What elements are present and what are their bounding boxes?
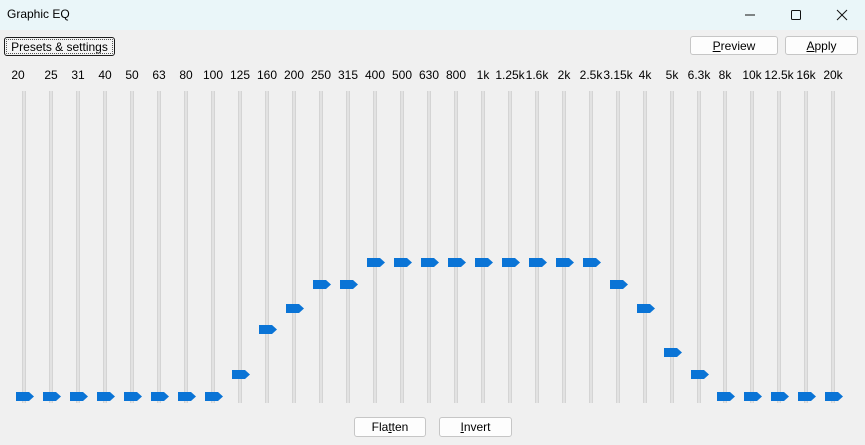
- slider-thumb[interactable]: [177, 391, 197, 402]
- slider-track[interactable]: [49, 91, 53, 403]
- slider-thumb-shape: [340, 280, 358, 289]
- slider-track[interactable]: [562, 91, 566, 403]
- slider-thumb[interactable]: [716, 391, 736, 402]
- slider-thumb-shape: [637, 304, 655, 313]
- slider-thumb[interactable]: [150, 391, 170, 402]
- slider-thumb-shape: [313, 280, 331, 289]
- slider-thumb[interactable]: [474, 257, 494, 268]
- slider-thumb-shape: [583, 258, 601, 267]
- slider-thumb-shape: [259, 325, 277, 334]
- slider-thumb-shape: [124, 392, 142, 401]
- slider-thumb[interactable]: [96, 391, 116, 402]
- slider-track[interactable]: [427, 91, 431, 403]
- slider-thumb-shape: [664, 348, 682, 357]
- slider-track[interactable]: [804, 91, 808, 403]
- slider-thumb[interactable]: [690, 369, 710, 380]
- slider-thumb-shape: [16, 392, 34, 401]
- slider-track[interactable]: [22, 91, 26, 403]
- slider-track[interactable]: [454, 91, 458, 403]
- slider-thumb[interactable]: [609, 279, 629, 290]
- slider-thumb-shape: [717, 392, 735, 401]
- slider-track[interactable]: [777, 91, 781, 403]
- slider-track[interactable]: [697, 91, 701, 403]
- slider-thumb[interactable]: [743, 391, 763, 402]
- slider-thumb-shape: [798, 392, 816, 401]
- slider-thumb-shape: [610, 280, 628, 289]
- slider-thumb[interactable]: [69, 391, 89, 402]
- slider-thumb[interactable]: [555, 257, 575, 268]
- slider-thumb[interactable]: [123, 391, 143, 402]
- slider-thumb[interactable]: [797, 391, 817, 402]
- slider-thumb[interactable]: [393, 257, 413, 268]
- slider-thumb-shape: [367, 258, 385, 267]
- slider-track[interactable]: [508, 91, 512, 403]
- slider-thumb[interactable]: [339, 279, 359, 290]
- slider-track[interactable]: [103, 91, 107, 403]
- slider-track[interactable]: [723, 91, 727, 403]
- slider-track[interactable]: [130, 91, 134, 403]
- slider-thumb-shape: [448, 258, 466, 267]
- slider-thumb-shape: [43, 392, 61, 401]
- slider-track[interactable]: [76, 91, 80, 403]
- slider-thumb[interactable]: [366, 257, 386, 268]
- slider-thumb[interactable]: [231, 369, 251, 380]
- slider-thumb-shape: [178, 392, 196, 401]
- slider-track[interactable]: [184, 91, 188, 403]
- band-frequency-label: 20k: [823, 68, 843, 82]
- slider-thumb-shape: [744, 392, 762, 401]
- slider-thumb[interactable]: [204, 391, 224, 402]
- slider-thumb[interactable]: [420, 257, 440, 268]
- slider-thumb-shape: [771, 392, 789, 401]
- flatten-label-pre: Fla: [371, 420, 389, 434]
- slider-track[interactable]: [346, 91, 350, 403]
- slider-thumb-shape: [556, 258, 574, 267]
- slider-thumb[interactable]: [312, 279, 332, 290]
- slider-thumb-shape: [421, 258, 439, 267]
- slider-thumb[interactable]: [582, 257, 602, 268]
- slider-track[interactable]: [319, 91, 323, 403]
- slider-thumb-shape: [232, 370, 250, 379]
- slider-thumb-shape: [691, 370, 709, 379]
- slider-track[interactable]: [211, 91, 215, 403]
- slider-track[interactable]: [238, 91, 242, 403]
- slider-track[interactable]: [481, 91, 485, 403]
- slider-track[interactable]: [400, 91, 404, 403]
- slider-thumb[interactable]: [15, 391, 35, 402]
- slider-track[interactable]: [373, 91, 377, 403]
- slider-track[interactable]: [831, 91, 835, 403]
- slider-track[interactable]: [535, 91, 539, 403]
- slider-thumb[interactable]: [447, 257, 467, 268]
- slider-track[interactable]: [589, 91, 593, 403]
- slider-thumb-shape: [151, 392, 169, 401]
- slider-thumb-shape: [475, 258, 493, 267]
- slider-thumb[interactable]: [528, 257, 548, 268]
- flatten-label-post: ten: [391, 420, 409, 434]
- flatten-button[interactable]: Flatten: [354, 417, 426, 437]
- slider-thumb[interactable]: [824, 391, 844, 402]
- slider-thumb[interactable]: [258, 324, 278, 335]
- slider-thumb[interactable]: [285, 303, 305, 314]
- slider-track[interactable]: [616, 91, 620, 403]
- slider-track[interactable]: [157, 91, 161, 403]
- slider-track[interactable]: [265, 91, 269, 403]
- slider-thumb[interactable]: [636, 303, 656, 314]
- eq-bands: 20 25 31 40 50 63 80 100 125 160 200 250 315 400 500 63…: [0, 0, 865, 445]
- slider-thumb-shape: [205, 392, 223, 401]
- invert-label-rest: nvert: [463, 420, 491, 434]
- slider-thumb[interactable]: [663, 347, 683, 358]
- slider-thumb[interactable]: [501, 257, 521, 268]
- invert-button[interactable]: Invert: [439, 417, 512, 437]
- slider-track[interactable]: [643, 91, 647, 403]
- slider-thumb-shape: [502, 258, 520, 267]
- slider-thumb-shape: [825, 392, 843, 401]
- slider-thumb[interactable]: [42, 391, 62, 402]
- slider-thumb-shape: [529, 258, 547, 267]
- slider-thumb-shape: [286, 304, 304, 313]
- slider-thumb[interactable]: [770, 391, 790, 402]
- slider-thumb-shape: [97, 392, 115, 401]
- slider-track[interactable]: [292, 91, 296, 403]
- slider-track[interactable]: [750, 91, 754, 403]
- slider-thumb-shape: [70, 392, 88, 401]
- slider-thumb-shape: [394, 258, 412, 267]
